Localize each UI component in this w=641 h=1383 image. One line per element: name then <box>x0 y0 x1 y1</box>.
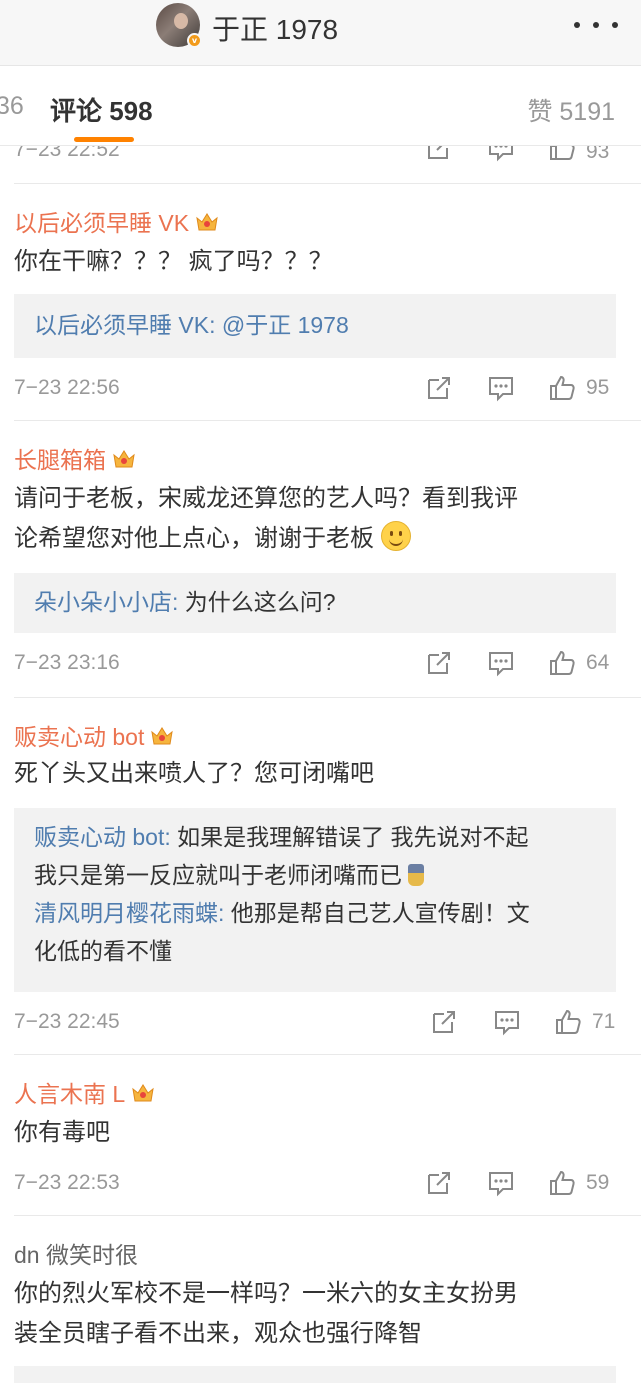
reply-text: 化低的看不懂 <box>34 938 172 964</box>
crown-badge-icon <box>150 725 174 745</box>
reply-line: 化低的看不懂 <box>34 932 596 970</box>
share-icon[interactable] <box>430 1008 458 1036</box>
comment-time: 7−23 22:52 <box>14 146 120 161</box>
comment-meta: 7−23 22:53 59 <box>0 1165 641 1205</box>
reply-user[interactable]: 贩卖心动 bot: <box>34 824 171 850</box>
reply-mention[interactable]: @于正 1978 <box>215 312 349 338</box>
reply-box[interactable] <box>14 1366 616 1383</box>
reply-user[interactable]: 朵小朵小小店: <box>34 589 178 615</box>
reply-user[interactable]: 清风明月樱花雨蝶: <box>34 900 224 926</box>
comment-text: 你在干嘛？？？ 疯了吗？？？ <box>14 248 333 275</box>
like-icon[interactable] <box>548 1169 576 1197</box>
reply-text: 我只是第一反应就叫于老师闭嘴而已 <box>34 862 402 888</box>
username-text[interactable]: 以后必须早睡 VK <box>14 204 189 238</box>
comment-icon[interactable] <box>487 649 515 677</box>
crown-badge-icon <box>131 1082 155 1102</box>
reply-text: 如果是我理解错误了 我先说对不起 <box>170 824 529 850</box>
comment-icon[interactable] <box>487 374 515 402</box>
comment-text: 死丫头又出来喷人了？您可闭嘴吧 <box>14 760 374 787</box>
comment-username[interactable]: 以后必须早睡 VK <box>14 204 219 238</box>
reply-line: 清风明月樱花雨蝶: 他那是帮自己艺人宣传剧！文 <box>34 894 596 932</box>
comment-time: 7−23 23:16 <box>14 651 120 674</box>
reply-text: 他那是帮自己艺人宣传剧！文 <box>224 900 530 926</box>
comment-text-line: 请问于老板，宋威龙还算您的艺人吗？看到我评 <box>14 485 518 512</box>
tab-likes[interactable]: 赞 5191 <box>527 92 615 128</box>
verified-badge-icon: v <box>187 33 202 48</box>
reply-box[interactable]: 朵小朵小小店: 为什么这么问? <box>14 573 616 633</box>
tab-active-indicator <box>74 137 134 142</box>
comment-text: 你有毒吧 <box>14 1119 110 1146</box>
share-icon[interactable] <box>425 1169 453 1197</box>
comment-meta: 7−23 23:16 64 <box>0 645 641 685</box>
reply-box[interactable]: 以后必须早睡 VK: @于正 1978 <box>14 294 616 358</box>
comment-item: 以后必须早睡 VK 你在干嘛？？？ 疯了吗？？？ 以后必须早睡 VK: @于正 … <box>0 184 641 420</box>
comment-username[interactable]: dn 微笑时很 <box>14 1236 138 1270</box>
comment-item: 人言木南 L 你有毒吧 7−23 22:53 59 <box>0 1055 641 1215</box>
reply-line: 以后必须早睡 VK: @于正 1978 <box>34 306 596 344</box>
comment-item: 长腿箱箱 请问于老板，宋威龙还算您的艺人吗？看到我评 论希望您对他上点心，谢谢于… <box>0 421 641 697</box>
reply-user[interactable]: 以后必须早睡 VK: <box>34 312 215 338</box>
comment-username[interactable]: 长腿箱箱 <box>14 441 136 475</box>
comment-text-line: 装全员瞎子看不出来，观众也强行降智 <box>14 1320 422 1347</box>
reply-box[interactable]: 贩卖心动 bot: 如果是我理解错误了 我先说对不起 我只是第一反应就叫于老师闭… <box>14 808 616 992</box>
comment-username[interactable]: 贩卖心动 bot <box>14 718 174 752</box>
comment-item: 贩卖心动 bot 死丫头又出来喷人了？您可闭嘴吧 贩卖心动 bot: 如果是我理… <box>0 698 641 1054</box>
like-icon[interactable] <box>548 374 576 402</box>
reply-text: 为什么这么问? <box>178 589 336 615</box>
more-icon[interactable] <box>574 22 618 30</box>
comment-meta: 7−23 22:56 95 <box>0 370 641 410</box>
username-text[interactable]: 贩卖心动 bot <box>14 718 144 752</box>
reply-line: 朵小朵小小店: 为什么这么问? <box>34 583 596 621</box>
like-count: 93 <box>586 146 610 163</box>
reply-line: 贩卖心动 bot: 如果是我理解错误了 我先说对不起 <box>34 818 596 856</box>
like-count: 71 <box>592 1010 616 1033</box>
comment-meta: 7−23 22:45 71 <box>0 1004 641 1044</box>
comment-text-line: 论希望您对他上点心，谢谢于老板 <box>14 519 617 559</box>
tab-reposts[interactable]: 36 <box>0 92 24 121</box>
comment-time: 7−23 22:45 <box>14 1010 120 1033</box>
reply-line: 我只是第一反应就叫于老师闭嘴而已 <box>34 856 596 894</box>
tab-comments[interactable]: 评论 598 <box>50 91 153 128</box>
crown-badge-icon <box>112 448 136 468</box>
like-count: 95 <box>586 376 610 399</box>
comment-text-line: 你的烈火军校不是一样吗？一米六的女主女扮男 <box>14 1280 518 1307</box>
comment-item: dn 微笑时很 你的烈火军校不是一样吗？一米六的女主女扮男 装全员瞎子看不出来，… <box>0 1216 641 1383</box>
share-icon[interactable] <box>425 374 453 402</box>
like-icon[interactable] <box>548 649 576 677</box>
comment-text: 请问于老板，宋威龙还算您的艺人吗？看到我评 论希望您对他上点心，谢谢于老板 <box>14 479 617 559</box>
comment-username[interactable]: 人言木南 L <box>14 1075 155 1109</box>
username-text[interactable]: 长腿箱箱 <box>14 441 106 475</box>
emoji-icon <box>408 864 425 886</box>
username-text[interactable]: 人言木南 L <box>14 1075 125 1109</box>
comment-meta-partial: 7−23 22:52 93 <box>0 146 641 182</box>
comment-icon[interactable] <box>487 1169 515 1197</box>
header-bar: v 于正 1978 <box>0 0 641 66</box>
comment-text-segment: 论希望您对他上点心，谢谢于老板 <box>14 525 374 552</box>
like-icon[interactable] <box>554 1008 582 1036</box>
tab-bar: 36 评论 598 赞 5191 <box>0 66 641 146</box>
crown-badge-icon <box>195 211 219 231</box>
comment-icon[interactable] <box>487 146 515 162</box>
smiley-emoji-icon <box>380 521 411 551</box>
comment-time: 7−23 22:56 <box>14 376 120 399</box>
comment-text: 你的烈火军校不是一样吗？一米六的女主女扮男 装全员瞎子看不出来，观众也强行降智 <box>14 1274 617 1354</box>
like-count: 59 <box>586 1171 610 1194</box>
comment-time: 7−23 22:53 <box>14 1171 120 1194</box>
like-icon[interactable] <box>548 146 576 162</box>
like-count: 64 <box>586 651 610 674</box>
share-icon[interactable] <box>425 146 453 162</box>
share-icon[interactable] <box>425 649 453 677</box>
page-title[interactable]: 于正 1978 <box>212 8 338 48</box>
comment-icon[interactable] <box>493 1008 521 1036</box>
